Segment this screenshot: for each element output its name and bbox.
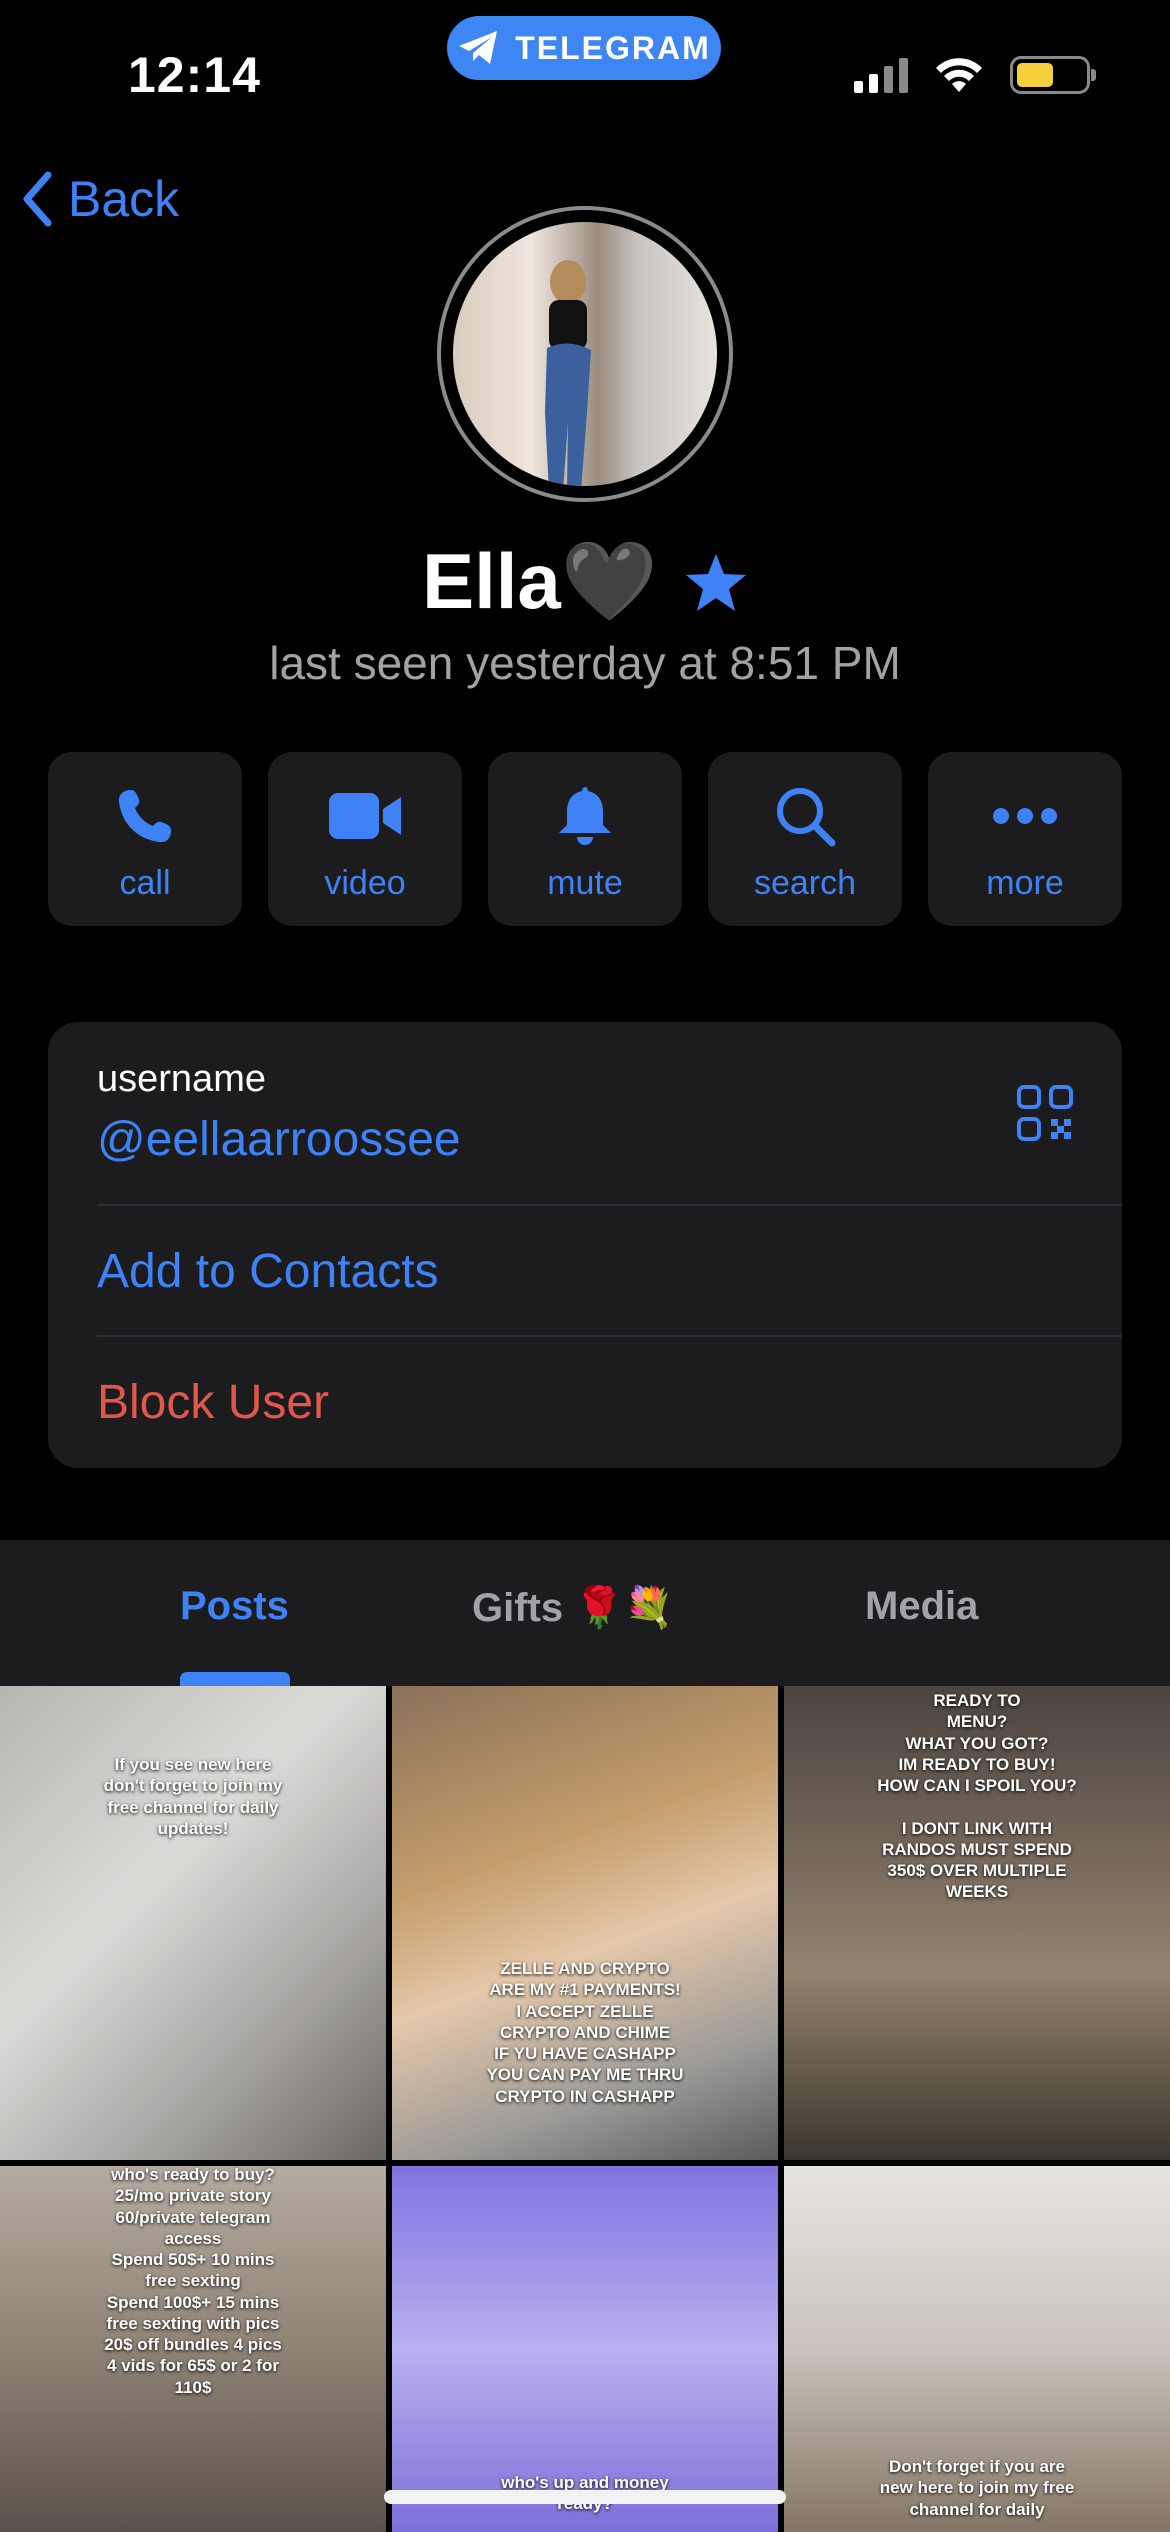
more-label: more [986,864,1064,902]
tab-gifts[interactable]: Gifts 🌹💐 [472,1584,674,1631]
wifi-icon [936,58,982,92]
status-icons [854,56,1096,94]
search-button[interactable]: search [708,752,902,926]
video-label: video [324,864,406,902]
post-tile[interactable]: If you see new here don't forget to join… [0,1686,386,2160]
post-tile[interactable]: Don't forget if you are new here to join… [784,2166,1170,2532]
post-tile[interactable]: who's ready to buy? 25/mo private story … [0,2166,386,2532]
profile-tabs: Posts Gifts 🌹💐 Media [0,1540,1170,1686]
phone-icon [118,789,172,843]
post-tile[interactable]: READY TO MENU? WHAT YOU GOT? IM READY TO… [784,1686,1170,2160]
action-buttons: call video mute search more [48,752,1122,926]
video-button[interactable]: video [268,752,462,926]
post-caption: who's ready to buy? 25/mo private story … [104,2166,282,2397]
info-card: username @eellaarroossee Add to Contacts… [48,1022,1122,1468]
home-indicator[interactable] [384,2490,786,2504]
post-caption: If you see new here don't forget to join… [103,1755,283,1838]
post-caption: READY TO MENU? WHAT YOU GOT? IM READY TO… [877,1691,1077,1902]
qr-code-icon[interactable] [1016,1084,1074,1142]
divider [97,1335,1122,1337]
add-to-contacts-button[interactable]: Add to Contacts [97,1244,439,1299]
avatar[interactable] [453,222,717,486]
mute-label: mute [547,864,623,902]
more-button[interactable]: more [928,752,1122,926]
post-caption: ZELLE AND CRYPTO ARE MY #1 PAYMENTS! I A… [486,1959,684,2106]
more-dots-icon [993,808,1057,824]
profile-name: Ella🖤 [422,537,658,625]
status-time: 12:14 [128,47,261,103]
video-camera-icon [329,793,401,839]
star-badge-icon[interactable] [684,550,748,614]
tab-media[interactable]: Media [865,1584,978,1629]
post-tile[interactable]: who's up and money ready? [392,2166,778,2532]
chevron-left-icon [23,171,52,227]
last-seen-status: last seen yesterday at 8:51 PM [269,637,901,689]
battery-icon [1010,56,1096,94]
post-caption: Don't forget if you are new here to join… [879,2457,1075,2519]
posts-grid: If you see new here don't forget to join… [0,1686,1170,2532]
mute-button[interactable]: mute [488,752,682,926]
tab-posts[interactable]: Posts [180,1584,289,1629]
username-label: username [97,1058,266,1100]
search-icon [777,788,836,847]
username-value[interactable]: @eellaarroossee [97,1112,461,1167]
status-bar: 12:14 TELEGRAM [0,0,1170,150]
call-label: call [119,864,171,902]
cellular-signal-icon [854,57,908,93]
telegram-pill[interactable]: TELEGRAM [447,16,721,80]
divider [97,1204,1122,1206]
avatar-photo [545,260,591,486]
back-label: Back [68,171,180,227]
telegram-pill-label: TELEGRAM [515,29,711,66]
back-button[interactable]: Back [22,170,179,228]
active-tab-indicator [180,1672,290,1686]
search-label: search [753,864,857,902]
call-button[interactable]: call [48,752,242,926]
telegram-icon [459,31,498,64]
profile-name-row: Ella🖤 [0,536,1170,628]
block-user-button[interactable]: Block User [97,1375,329,1430]
bell-icon [559,787,611,845]
post-tile[interactable]: ZELLE AND CRYPTO ARE MY #1 PAYMENTS! I A… [392,1686,778,2160]
